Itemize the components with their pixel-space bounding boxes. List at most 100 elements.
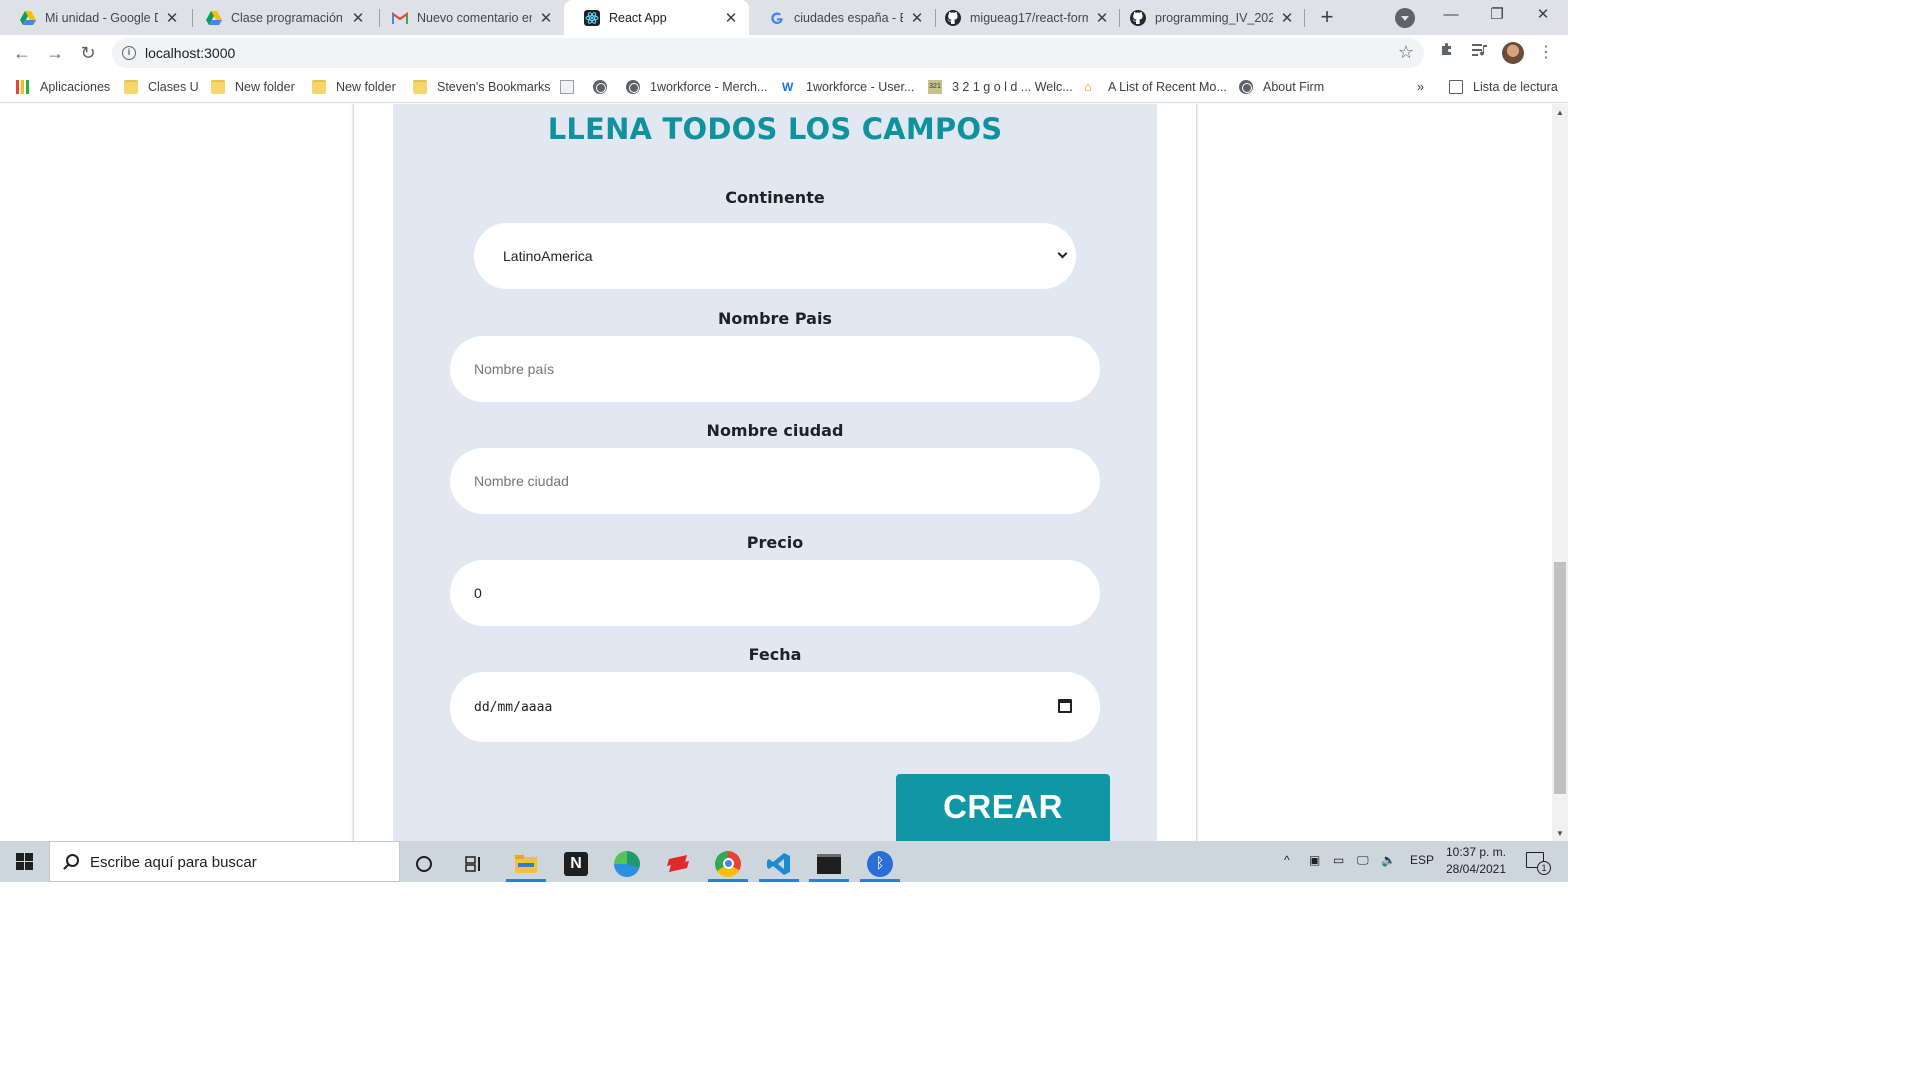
bookmark-new-folder-2[interactable]: New folder (312, 78, 396, 96)
forward-arrow-icon[interactable]: → (42, 40, 68, 66)
profile-avatar[interactable] (1502, 42, 1524, 64)
bookmark-new-folder-1[interactable]: New folder (211, 78, 295, 96)
reload-icon[interactable]: ↻ (75, 40, 101, 66)
globe-icon (626, 80, 640, 94)
clock-date: 28/04/2021 (1445, 862, 1507, 876)
bookmark-label: 1workforce - Merch... (650, 80, 768, 94)
language-indicator[interactable]: ESP (1410, 853, 1434, 867)
minimize-button[interactable]: — (1428, 0, 1474, 32)
volume-icon[interactable]: 🔈 (1381, 853, 1396, 867)
close-icon[interactable]: ✕ (538, 9, 554, 27)
notifications-icon[interactable]: 1 (1526, 852, 1551, 875)
scroll-down-arrow-icon[interactable]: ▼ (1552, 827, 1568, 841)
react-icon (584, 9, 600, 26)
tab-programming-iv-repo[interactable]: programming_IV_202 ✕ (1110, 0, 1305, 35)
precio-input[interactable]: 0 (450, 560, 1100, 626)
page-viewport: LLENA TODOS LOS CAMPOS Continente Latino… (0, 104, 1552, 841)
tab-nuevo-comentario[interactable]: Nuevo comentario en ✕ (372, 0, 564, 35)
form-title: LLENA TODOS LOS CAMPOS (547, 112, 1003, 146)
form-panel: LLENA TODOS LOS CAMPOS Continente Latino… (393, 104, 1157, 841)
restore-button[interactable]: ❐ (1474, 0, 1520, 32)
google-drive-icon (20, 10, 36, 26)
tab-title: Mi unidad - Google D (45, 10, 158, 25)
new-tab-button[interactable]: + (1314, 5, 1340, 31)
close-icon[interactable]: ✕ (164, 9, 180, 27)
network-icon[interactable]: 🖵 (1357, 853, 1369, 868)
apps-grid-icon (16, 80, 30, 94)
tab-title: React App (609, 10, 667, 25)
close-icon[interactable]: ✕ (1094, 9, 1110, 27)
taskbar-search-box[interactable]: Escribe aquí para buscar (49, 841, 400, 882)
extensions-puzzle-icon[interactable] (1436, 42, 1458, 64)
bookmark-document[interactable] (560, 78, 584, 96)
windows-start-icon[interactable] (16, 853, 33, 870)
reading-list-button[interactable]: Lista de lectura (1449, 78, 1558, 96)
media-control-icon[interactable] (1469, 42, 1491, 64)
bookmark-recent-mo[interactable]: ⌂ A List of Recent Mo... (1084, 78, 1227, 96)
bookmark-about-firm[interactable]: About Firm (1239, 78, 1324, 96)
continente-label: Continente (725, 188, 825, 207)
tab-react-app[interactable]: React App ✕ (564, 0, 749, 35)
more-menu-icon[interactable]: ⋮ (1535, 42, 1557, 64)
close-icon[interactable]: ✕ (350, 9, 366, 27)
ciudad-label: Nombre ciudad (706, 421, 844, 440)
page-scrollbar[interactable]: ▲ ▼ (1552, 104, 1568, 841)
search-icon (66, 854, 79, 867)
bookmark-1workforce-user[interactable]: W 1workforce - User... (782, 78, 914, 96)
close-icon[interactable]: ✕ (723, 9, 739, 27)
ciudad-placeholder: Nombre ciudad (474, 473, 569, 489)
bookmark-clases-u[interactable]: Clases U (124, 78, 199, 96)
task-view-icon[interactable] (454, 845, 494, 882)
tab-search-icon[interactable] (1395, 8, 1415, 28)
battery-icon[interactable]: ▭ (1333, 853, 1344, 867)
bookmark-globe[interactable] (593, 78, 617, 96)
close-window-button[interactable]: ✕ (1520, 0, 1566, 32)
tab-title: programming_IV_202 (1155, 10, 1273, 25)
browser-toolbar: ← → ↻ i localhost:3000 ☆ ⋮ (0, 35, 1568, 71)
scrollbar-thumb[interactable] (1554, 562, 1566, 794)
taskbar-clock[interactable]: 10:37 p. m. 28/04/2021 (1440, 844, 1512, 878)
address-bar[interactable]: i localhost:3000 ☆ (112, 38, 1424, 68)
gmail-icon (392, 10, 408, 26)
bluetooth-app-icon[interactable]: ᛒ (860, 845, 900, 882)
anydesk-icon[interactable] (658, 845, 698, 882)
continente-select[interactable]: LatinoAmerica (474, 223, 1076, 289)
url-text[interactable]: localhost:3000 (145, 45, 235, 61)
bookmark-stevens[interactable]: Steven's Bookmarks (413, 78, 551, 96)
pais-input[interactable]: Nombre país (450, 336, 1100, 402)
more-bookmarks-button[interactable]: » (1417, 78, 1424, 96)
bookmark-321gold[interactable]: 321 3 2 1 g o l d ... Welc... (928, 78, 1073, 96)
chrome-icon[interactable] (708, 845, 748, 882)
crear-button[interactable]: CREAR (896, 774, 1110, 841)
bookmark-label: 1workforce - User... (806, 80, 915, 94)
bookmark-star-icon[interactable]: ☆ (1398, 42, 1414, 63)
tab-react-form-repo[interactable]: migueag17/react-form ✕ (925, 0, 1120, 35)
calendar-icon[interactable] (1058, 699, 1072, 713)
tab-mi-unidad[interactable]: Mi unidad - Google D ✕ (0, 0, 190, 35)
scroll-up-arrow-icon[interactable]: ▲ (1552, 106, 1568, 120)
file-explorer-icon[interactable] (506, 845, 546, 882)
notion-icon[interactable]: N (556, 845, 596, 882)
tab-clase-programacion[interactable]: Clase programación 4 ✕ (186, 0, 376, 35)
edge-icon[interactable] (607, 845, 647, 882)
back-arrow-icon[interactable]: ← (9, 40, 35, 66)
tab-title: migueag17/react-form (970, 10, 1088, 25)
ciudad-input[interactable]: Nombre ciudad (450, 448, 1100, 514)
close-icon[interactable]: ✕ (909, 9, 925, 27)
meet-now-icon[interactable]: ▣ (1309, 853, 1320, 867)
pais-placeholder: Nombre país (474, 361, 555, 377)
bookmark-aplicaciones[interactable]: Aplicaciones (16, 78, 110, 96)
close-icon[interactable]: ✕ (1279, 9, 1295, 27)
fecha-input[interactable]: dd/mm/aaaa (450, 672, 1100, 742)
bookmark-1workforce-merch[interactable]: 1workforce - Merch... (626, 78, 767, 96)
cortana-icon[interactable] (404, 845, 444, 882)
info-icon[interactable]: i (122, 46, 136, 60)
terminal-icon[interactable] (809, 845, 849, 882)
bookmark-label: About Firm (1263, 80, 1325, 94)
folder-icon (312, 80, 326, 94)
google-icon (769, 10, 785, 26)
vscode-icon[interactable] (759, 845, 799, 882)
chevron-down-icon (1057, 248, 1068, 259)
tab-ciudades-espana[interactable]: ciudades españa - Bus ✕ (749, 0, 935, 35)
show-hidden-icons-chevron-icon[interactable]: ^ (1284, 853, 1290, 867)
